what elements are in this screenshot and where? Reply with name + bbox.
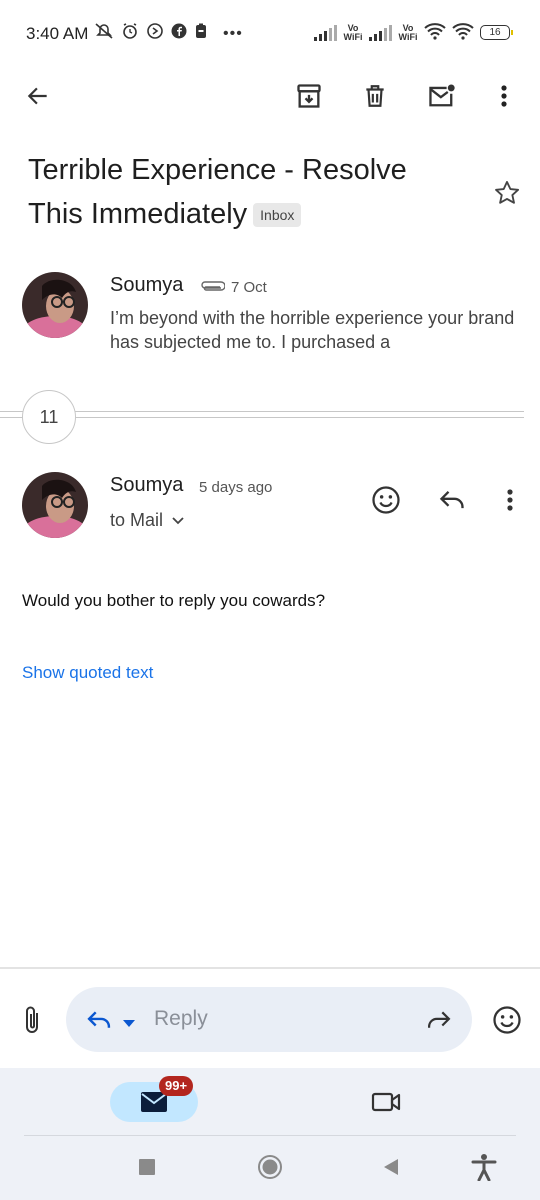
status-time: 3:40 AM	[26, 24, 89, 43]
alarm-icon	[121, 22, 139, 45]
mail-unread-icon	[429, 84, 455, 107]
vowifi-label-2: Vo WiFi	[398, 22, 418, 42]
app-icon	[146, 22, 164, 45]
recent-apps-button[interactable]	[132, 1152, 162, 1182]
facebook-icon	[171, 23, 187, 44]
square-icon	[139, 1159, 155, 1175]
signal-icon	[314, 24, 337, 41]
composer-divider	[0, 967, 540, 969]
reply-icon	[87, 1011, 111, 1028]
collapsed-messages-count[interactable]: 11	[22, 390, 76, 444]
reply-button[interactable]	[434, 482, 470, 518]
nav-divider	[24, 1135, 516, 1136]
clipboard-icon	[194, 23, 208, 44]
chevron-down-icon	[172, 516, 184, 524]
nav-meet-tab[interactable]	[366, 1086, 406, 1118]
show-quoted-text-link[interactable]: Show quoted text	[22, 663, 153, 683]
mark-unread-button[interactable]	[422, 78, 462, 114]
avatar	[22, 472, 88, 538]
forward-button[interactable]	[422, 1005, 456, 1035]
message-more-button[interactable]	[496, 482, 524, 518]
unread-count-badge: 99+	[159, 1076, 194, 1096]
signal-icon-2	[369, 24, 392, 41]
circle-icon	[258, 1155, 282, 1179]
forward-icon	[428, 1011, 451, 1028]
vowifi-label: Vo WiFi	[343, 22, 363, 42]
paperclip-icon	[26, 1006, 38, 1033]
react-emoji-button[interactable]	[368, 482, 404, 518]
reply-composer[interactable]: Reply	[66, 987, 472, 1052]
message-collapsed[interactable]: Soumya 7 Oct I’m beyond with the horribl…	[0, 262, 540, 366]
status-notification-icons: •••	[94, 22, 243, 45]
reply-mode-icon[interactable]	[82, 1005, 116, 1035]
archive-button[interactable]	[290, 78, 328, 114]
more-vert-icon	[507, 489, 513, 511]
home-button[interactable]	[254, 1151, 286, 1183]
mail-icon	[141, 1092, 167, 1112]
status-system-icons: Vo WiFi Vo WiFi 16	[314, 22, 513, 43]
reply-icon	[439, 491, 464, 509]
archive-icon	[297, 84, 321, 108]
triangle-back-icon	[384, 1159, 398, 1175]
wifi-icon	[424, 22, 446, 43]
email-subject: Terrible Experience - Resolve This Immed…	[28, 148, 468, 236]
emoji-icon	[372, 486, 400, 514]
thread-divider-line	[0, 411, 524, 412]
back-button[interactable]	[20, 78, 56, 114]
delete-button[interactable]	[356, 78, 394, 114]
avatar-image	[22, 272, 88, 338]
message-date: 7 Oct	[231, 279, 267, 296]
message-snippet: I’m beyond with the horrible experience …	[110, 308, 515, 352]
nav-mail-tab[interactable]: 99+	[110, 1076, 198, 1122]
composer-emoji-button[interactable]	[490, 1002, 524, 1038]
subject-title: Terrible Experience - Resolve This Immed…	[28, 154, 407, 230]
wifi-icon-2	[452, 22, 474, 43]
attach-button[interactable]	[16, 1002, 48, 1038]
thread-divider-line-2	[0, 417, 524, 418]
recipient-text: to Mail	[110, 510, 164, 530]
more-vert-icon	[501, 85, 507, 107]
star-button[interactable]	[488, 176, 526, 210]
avatar-image	[22, 472, 88, 538]
star-icon	[495, 180, 520, 204]
inbox-label-chip[interactable]: Inbox	[253, 203, 302, 228]
more-options-button[interactable]	[488, 78, 520, 114]
sender-name: Soumya	[110, 474, 184, 496]
caret-down-icon	[123, 1020, 135, 1027]
emoji-icon	[493, 1006, 521, 1034]
attachment-icon	[199, 281, 226, 300]
status-bar: 3:40 AM ••• Vo WiFi Vo WiFi 16	[0, 0, 540, 64]
sender-name: Soumya	[110, 274, 184, 296]
message-date: 5 days ago	[199, 479, 273, 496]
arrow-left-icon	[27, 87, 47, 105]
back-nav-button[interactable]	[376, 1152, 406, 1182]
reply-mode-dropdown[interactable]	[122, 1015, 136, 1033]
recipient-details-toggle[interactable]: to Mail	[110, 510, 185, 531]
reply-input[interactable]: Reply	[154, 1007, 208, 1031]
avatar	[22, 272, 88, 338]
mute-icon	[94, 22, 114, 45]
message-body: Would you bother to reply you cowards?	[22, 591, 326, 610]
accessibility-button[interactable]	[468, 1150, 500, 1184]
accessibility-icon	[471, 1154, 497, 1181]
battery-icon: 16	[480, 25, 513, 40]
video-icon	[371, 1092, 401, 1112]
more-notifications-icon: •••	[223, 24, 243, 42]
trash-icon	[366, 85, 384, 107]
bottom-navigation: 99+	[0, 1068, 540, 1200]
